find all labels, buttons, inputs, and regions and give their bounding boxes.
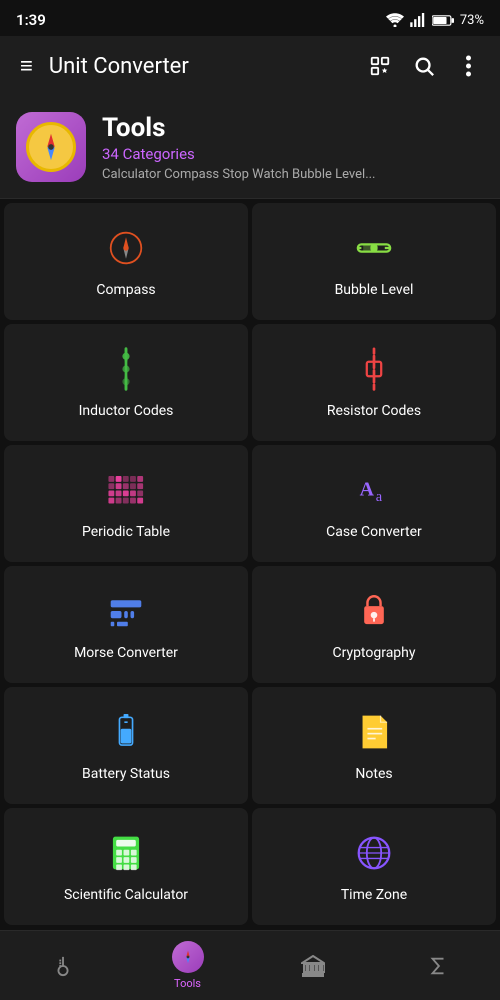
inductor-codes-icon [108,351,144,393]
search-button[interactable] [404,46,444,86]
nav-bank[interactable] [250,931,375,1000]
bottom-nav: Tools [0,930,500,1000]
compass-icon [108,230,144,272]
compass-needle-icon [32,128,70,166]
more-button[interactable] [448,46,488,86]
case-converter-icon: A a [356,472,392,514]
sigma-icon [427,955,449,977]
grid-item-time-zone[interactable]: Time Zone [252,808,496,925]
grid-item-scientific-calculator[interactable]: Scientific Calculator [4,808,248,925]
nav-tools-label: Tools [174,977,201,990]
signal-icon [410,13,426,27]
header-description: Calculator Compass Stop Watch Bubble Lev… [102,167,376,182]
scientific-calculator-icon [108,835,144,877]
bubble-level-label: Bubble Level [335,282,414,298]
battery-percent: 73% [460,13,484,28]
grid-item-compass[interactable]: Compass [4,203,248,320]
svg-text:a: a [376,488,383,504]
app-bar-icons [360,46,488,86]
header-text: Tools 34 Categories Calculator Compass S… [102,113,376,182]
compass-icon-circle [26,122,76,172]
nav-thermometer[interactable] [0,931,125,1000]
bank-icon [301,955,325,977]
grid-item-bubble-level[interactable]: Bubble Level [252,203,496,320]
time-zone-icon [356,835,392,877]
grid-item-periodic-table[interactable]: Periodic Table [4,445,248,562]
periodic-table-label: Periodic Table [82,524,170,540]
app-title: Unit Converter [49,54,360,79]
thermometer-icon [52,955,74,977]
morse-converter-label: Morse Converter [74,645,178,661]
bubble-level-icon [356,230,392,272]
battery-icon [432,14,454,27]
notes-icon [356,714,392,756]
grid-star-button[interactable] [360,46,400,86]
nav-sigma[interactable] [375,931,500,1000]
app-bar: ≡ Unit Converter [0,36,500,96]
morse-converter-icon [108,593,144,635]
tools-grid: Compass Bubble Level Inductor Codes Resi… [0,199,500,929]
compass-label: Compass [96,282,155,298]
periodic-table-icon [108,472,144,514]
header-card: Tools 34 Categories Calculator Compass S… [0,96,500,199]
time-zone-label: Time Zone [341,887,407,903]
resistor-codes-label: Resistor Codes [327,403,421,419]
cryptography-label: Cryptography [332,645,415,661]
header-subtitle: 34 Categories [102,145,376,163]
header-title: Tools [102,113,376,143]
grid-item-case-converter[interactable]: A a Case Converter [252,445,496,562]
menu-button[interactable]: ≡ [12,45,41,87]
battery-status-icon [108,714,144,756]
tools-nav-icon [179,948,197,966]
grid-item-inductor-codes[interactable]: Inductor Codes [4,324,248,441]
resistor-codes-icon [356,351,392,393]
wifi-icon [386,13,404,27]
tools-icon-wrapper [16,112,86,182]
status-bar: 1:39 73% [0,0,500,36]
inductor-codes-label: Inductor Codes [79,403,174,419]
grid-item-morse-converter[interactable]: Morse Converter [4,566,248,683]
notes-label: Notes [355,766,392,782]
svg-text:A: A [360,478,375,500]
grid-item-cryptography[interactable]: Cryptography [252,566,496,683]
battery-status-label: Battery Status [82,766,170,782]
grid-item-resistor-codes[interactable]: Resistor Codes [252,324,496,441]
case-converter-label: Case Converter [326,524,422,540]
nav-tools[interactable]: Tools [125,931,250,1000]
status-time: 1:39 [16,11,46,29]
scientific-calculator-label: Scientific Calculator [64,887,188,903]
grid-item-notes[interactable]: Notes [252,687,496,804]
cryptography-icon [356,593,392,635]
status-icons: 73% [386,13,484,28]
grid-item-battery-status[interactable]: Battery Status [4,687,248,804]
